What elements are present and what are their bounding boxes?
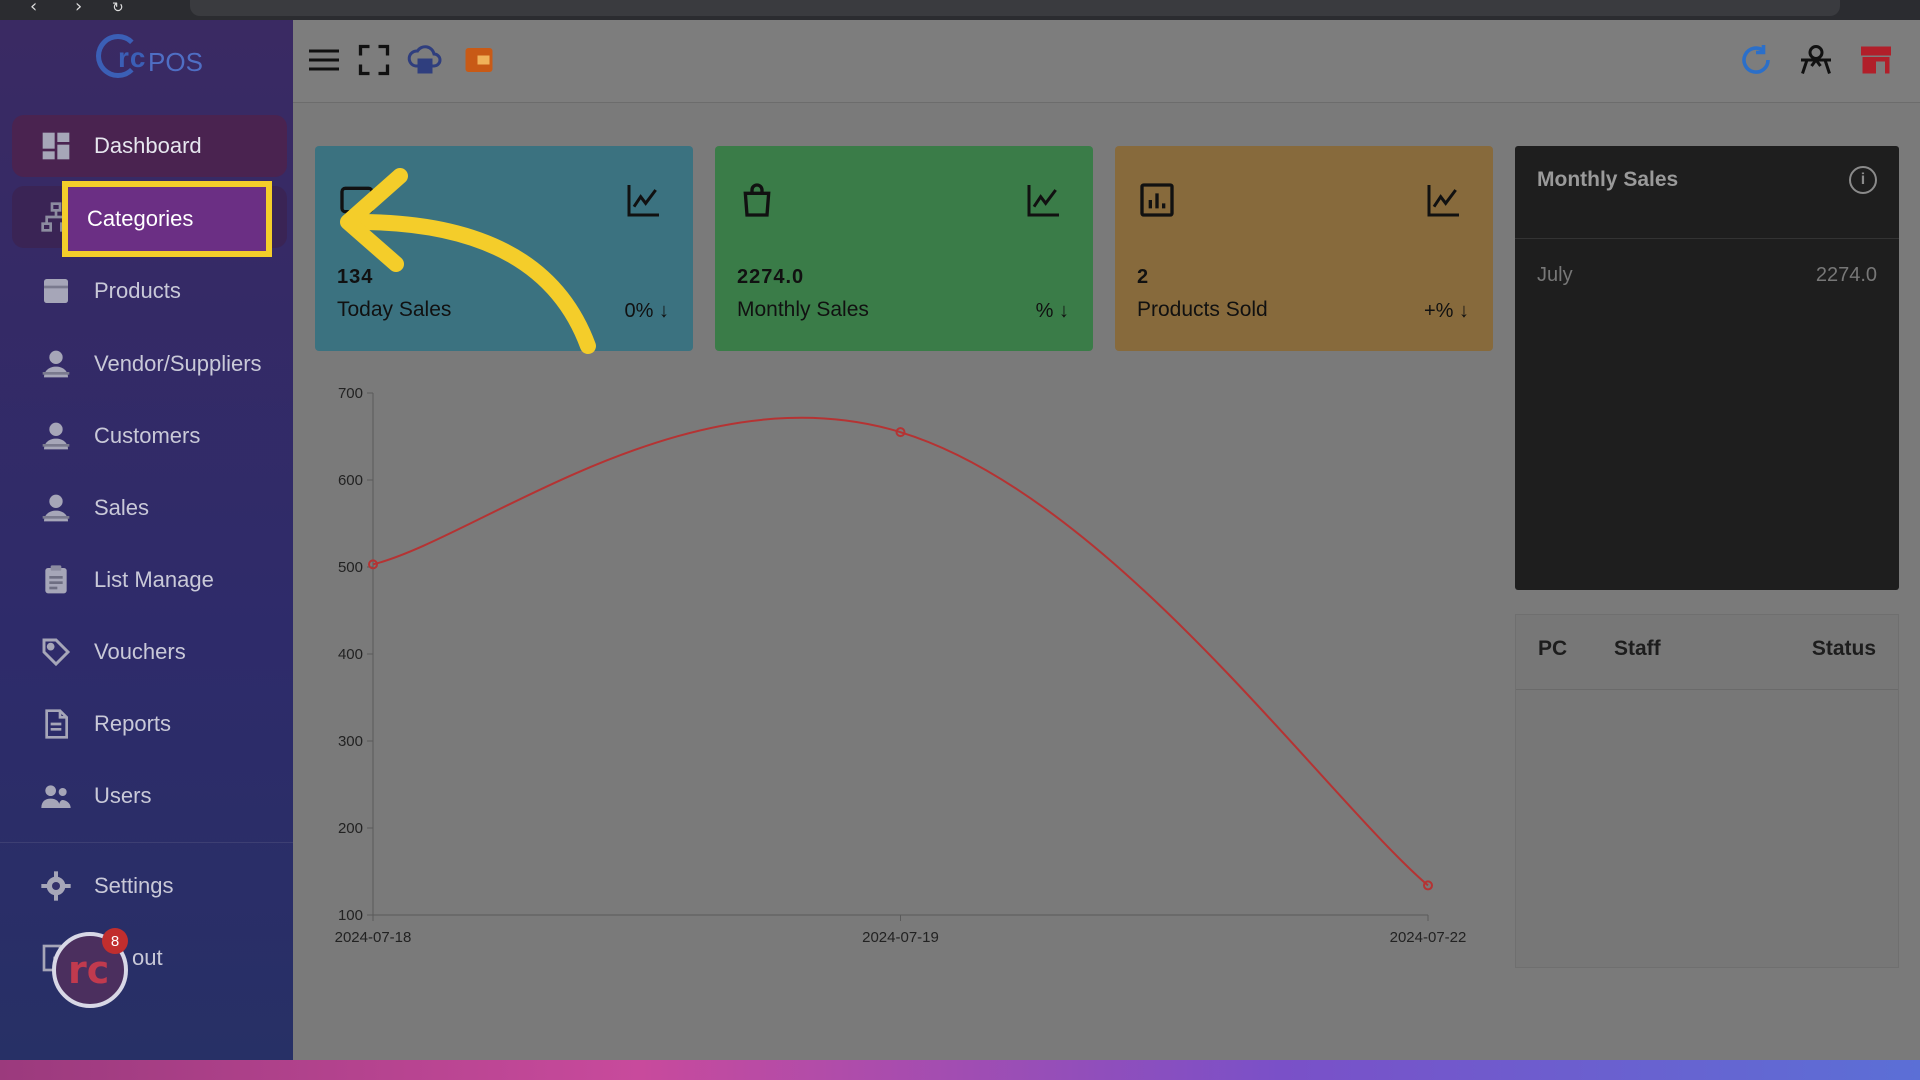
arrow-down-icon: ↓	[1459, 300, 1469, 322]
line-chart-icon	[627, 185, 659, 217]
sidebar-divider	[0, 842, 293, 843]
sidebar-item-label: Dashboard	[94, 133, 202, 158]
sidebar-item-sales[interactable]: Sales	[12, 477, 287, 539]
sidebar-item-label: Products	[94, 278, 181, 303]
monthly-row-amount: 2274.0	[1815, 264, 1877, 286]
column-header-pc: PC	[1538, 637, 1568, 660]
x-tick-label: 2024-07-19	[862, 929, 939, 946]
forward-icon[interactable]: ›	[75, 0, 82, 17]
column-header-staff: Staff	[1614, 637, 1661, 660]
cloud-sync-icon[interactable]	[405, 40, 445, 80]
address-bar[interactable]	[190, 0, 1840, 16]
reload-icon[interactable]: ↻	[112, 0, 124, 16]
sidebar-item-label: Users	[94, 783, 152, 808]
sidebar-item-list-manage[interactable]: List Manage	[12, 549, 287, 611]
y-tick-label: 200	[338, 820, 363, 837]
sidebar-item-customers[interactable]: Customers	[12, 405, 287, 467]
taskbar-strip	[0, 1060, 1920, 1080]
panel-divider	[1515, 238, 1899, 239]
card-label: Products Sold	[1137, 298, 1268, 321]
chart-svg: 700 600 500 400 300 200 100 2024-07-18 2024-07-1…	[335, 385, 1467, 946]
sidebar-item-label: Vendor/Suppliers	[94, 351, 262, 376]
sidebar-item-label: Sales	[94, 495, 150, 520]
store-icon[interactable]	[1856, 40, 1896, 80]
arrow-down-icon: ↓	[659, 300, 669, 322]
tutorial-arrow-icon	[340, 168, 596, 354]
card-value: 2	[1137, 266, 1150, 288]
sidebar-item-label: Customers	[94, 423, 201, 448]
line-chart-icon	[1027, 185, 1059, 217]
box-icon	[38, 273, 74, 309]
sidebar-item-dashboard[interactable]: Dashboard	[12, 115, 287, 177]
card-monthly-sales[interactable]: 2274.0 Monthly Sales % ↓	[715, 146, 1093, 351]
x-tick-label: 2024-07-18	[335, 929, 412, 946]
card-change-text: 0%	[624, 300, 654, 322]
logo-text: rc	[118, 42, 147, 73]
sidebar-item-label: List Manage	[94, 567, 214, 592]
sidebar-item-settings[interactable]: Settings	[12, 855, 287, 917]
card-change: % ↓	[1036, 300, 1069, 323]
y-tick-label: 700	[338, 385, 363, 402]
tag-icon	[38, 634, 74, 670]
sidebar-item-users[interactable]: Users	[12, 765, 287, 827]
browser-toolbar: ‹ › ↻	[0, 0, 1920, 20]
monthly-sales-panel: Monthly Sales i July 2274.0	[1515, 146, 1899, 590]
sidebar-item-products[interactable]: Products	[12, 260, 287, 322]
y-tick-label: 400	[338, 646, 363, 663]
sidebar-item-vendor-suppliers[interactable]: Vendor/Suppliers	[12, 333, 287, 395]
dashboard-icon	[38, 128, 74, 164]
table-header-divider	[1516, 689, 1898, 690]
line-chart-icon	[1427, 185, 1459, 217]
sidebar-item-reports[interactable]: Reports	[12, 693, 287, 755]
card-change: +% ↓	[1424, 300, 1469, 323]
staff-status-table: PC Staff Status	[1515, 614, 1899, 968]
card-products-sold[interactable]: 2 Products Sold +% ↓	[1115, 146, 1493, 351]
person-icon	[38, 490, 74, 526]
sales-line-chart: 700 600 500 400 300 200 100 2024-07-18 2024-07-1…	[315, 373, 1482, 968]
x-tick-label: 2024-07-22	[1390, 929, 1467, 946]
person-icon	[38, 346, 74, 382]
back-icon[interactable]: ‹	[30, 0, 37, 17]
y-tick-label: 600	[338, 472, 363, 489]
fullscreen-icon[interactable]	[354, 40, 394, 80]
notification-badge: 8	[102, 928, 128, 954]
hamburger-icon[interactable]	[304, 40, 344, 80]
series-line	[372, 416, 1429, 887]
sidebar-item-label: Reports	[94, 711, 172, 736]
gear-icon	[38, 868, 74, 904]
users-icon	[38, 778, 74, 814]
top-bar	[293, 20, 1920, 103]
card-change-text: %	[1035, 300, 1054, 322]
bar-chart-icon	[1140, 183, 1174, 217]
shopping-bag-icon	[743, 183, 771, 217]
logo-suffix: POS	[148, 47, 203, 77]
y-tick-label: 300	[338, 733, 363, 750]
person-icon	[38, 418, 74, 454]
sidebar-item-label: out	[132, 945, 163, 970]
y-tick-label: 100	[338, 907, 363, 924]
column-header-status: Status	[1811, 637, 1876, 660]
monthly-row-month: July	[1537, 264, 1573, 286]
avatar-logo-text: rc	[68, 948, 110, 992]
sidebar-item-label: Settings	[94, 873, 174, 898]
card-value: 2274.0	[737, 266, 805, 288]
card-change-text: +%	[1423, 300, 1454, 322]
y-tick-label: 500	[338, 559, 363, 576]
sidebar-item-label: Categories	[87, 206, 194, 231]
sidebar-item-vouchers[interactable]: Vouchers	[12, 621, 287, 683]
card-change: 0% ↓	[625, 300, 669, 323]
panel-title: Monthly Sales	[1537, 168, 1679, 191]
arrow-down-icon: ↓	[1059, 300, 1069, 322]
clipboard-icon	[38, 562, 74, 598]
sidebar-item-label: Vouchers	[94, 639, 186, 664]
wallet-icon[interactable]	[459, 40, 499, 80]
file-icon	[38, 706, 74, 742]
refresh-icon[interactable]	[1736, 40, 1776, 80]
cashier-icon[interactable]	[1796, 40, 1836, 80]
tutorial-highlight[interactable]: Categories	[62, 181, 272, 257]
card-label: Monthly Sales	[737, 298, 869, 321]
app-logo[interactable]: rc POS	[96, 34, 206, 90]
info-icon[interactable]: i	[1849, 166, 1877, 194]
